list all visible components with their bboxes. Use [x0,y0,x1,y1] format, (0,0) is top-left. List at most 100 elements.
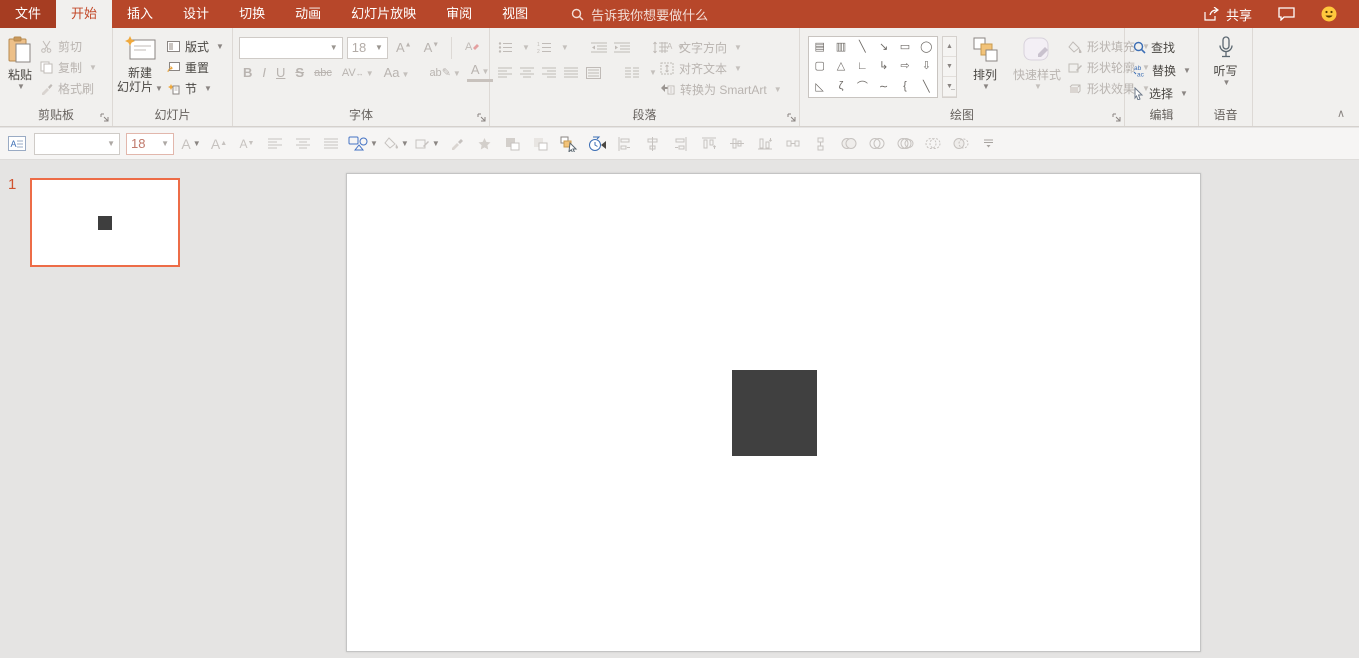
quick-styles-button[interactable]: 快速样式 ▼ [1008,28,1066,110]
align-text-button[interactable]: 对齐文本 ▼ [660,58,782,79]
layout-button[interactable]: 版式 ▼ [167,36,224,57]
shape-elbow-connector[interactable]: ∟ [852,56,873,75]
italic-button[interactable]: I [258,64,270,81]
find-button[interactable]: 查找 [1133,37,1198,58]
select-button[interactable]: 选择 ▼ [1133,83,1198,104]
strikethrough-button[interactable]: abc [310,66,336,80]
align-right-icon[interactable] [542,67,556,78]
gallery-scroll-down-icon[interactable]: ▼ [943,57,956,77]
bullets-icon[interactable] [498,41,513,54]
tab-file[interactable]: 文件 [0,0,57,28]
qb-merge-subtract-icon[interactable] [950,132,972,156]
slide-canvas[interactable] [346,173,1201,652]
slide-thumbnail-1[interactable] [30,178,180,267]
replace-button[interactable]: ab ac 替换 ▼ [1133,60,1198,81]
qb-merge-fragment-icon[interactable] [894,132,916,156]
qb-increase-font-button[interactable]: A ▲ [208,132,230,156]
qb-selection-pane-button[interactable] [558,132,580,156]
bold-button[interactable]: B [239,64,256,81]
tab-view[interactable]: 视图 [487,0,543,28]
justify-icon[interactable] [564,67,578,78]
qb-align-objects-right-icon[interactable] [670,132,692,156]
shape-vertical-textbox[interactable]: ▥ [830,37,851,56]
qb-distribute-vertical-icon[interactable] [810,132,832,156]
character-spacing-button[interactable]: AV↔ ▼ [338,66,378,80]
qb-merge-combine-icon[interactable] [866,132,888,156]
dictate-button[interactable]: 听写 ▼ [1199,28,1252,110]
shape-brace[interactable]: { [894,75,915,97]
convert-smartart-button[interactable]: 转换为 SmartArt ▼ [660,79,782,100]
qb-font-size-combo[interactable]: 18 ▼ [126,132,174,155]
qb-quick-styles-icon[interactable] [474,132,496,156]
qb-align-middle-icon[interactable] [726,132,748,156]
qb-send-backward-icon[interactable] [530,132,552,156]
qb-align-objects-left-icon[interactable] [614,132,636,156]
shape-rounded-rectangle[interactable]: ▢ [809,56,830,75]
tab-review[interactable]: 审阅 [431,0,487,28]
distribute-text-icon[interactable] [586,66,601,79]
shape-scribble[interactable]: ζ [830,75,851,97]
qb-toolbar-options-icon[interactable] [978,132,1000,156]
qb-align-bottom-icon[interactable] [754,132,776,156]
tab-design[interactable]: 设计 [168,0,224,28]
arrange-button[interactable]: 排列 ▼ [962,28,1008,110]
tab-slideshow[interactable]: 幻灯片放映 [336,0,431,28]
new-slide-button[interactable]: 新建 幻灯片 ▼ [113,28,167,110]
collapse-ribbon-icon[interactable]: ∧ [1337,107,1345,120]
shape-freeform[interactable]: ◺ [809,75,830,97]
shapes-gallery[interactable]: ▤ ▥ ╲ ↘ ▭ ◯ ▢ △ ∟ ↳ ⇨ ⇩ ◺ ζ ⌒ ∼ { ╲ [808,36,938,98]
reset-button[interactable]: 重置 [167,57,224,78]
tab-transitions[interactable]: 切换 [224,0,280,28]
clipboard-dialog-launcher-icon[interactable] [100,113,109,122]
format-painter-button[interactable]: 格式刷 [40,78,97,99]
cut-button[interactable]: 剪切 [40,36,97,57]
comment-icon[interactable] [1278,7,1295,21]
qb-font-name-combo[interactable]: ▼ [34,132,120,155]
qb-align-left-icon[interactable] [264,132,286,156]
qb-align-center-icon[interactable] [292,132,314,156]
qb-distribute-horizontal-icon[interactable] [782,132,804,156]
share-button[interactable]: 共享 [1204,5,1252,24]
shadow-button[interactable]: S [291,64,308,81]
qb-align-top-icon[interactable] [698,132,720,156]
qb-decrease-font-button[interactable]: A ▼ [236,132,258,156]
drawing-dialog-launcher-icon[interactable] [1112,113,1121,122]
gallery-more-icon[interactable]: ▼̲ [943,77,956,97]
gallery-scroll-up-icon[interactable]: ▲ [943,37,956,57]
qb-font-name-input[interactable] [39,136,103,151]
shape-diagonal-line[interactable]: ╲ [916,75,937,97]
section-button[interactable]: 节 ▼ [167,78,224,99]
qb-merge-intersect-icon[interactable] [922,132,944,156]
shape-line[interactable]: ╲ [852,37,873,56]
tab-home[interactable]: 开始 [56,0,113,28]
font-name-combo[interactable]: ▼ [239,36,343,59]
increase-indent-icon[interactable] [613,42,630,54]
text-highlight-button[interactable]: ab✎ ▼ [425,65,464,80]
shape-right-arrow[interactable]: ⇨ [894,56,915,75]
align-center-icon[interactable] [520,67,534,78]
tell-me-search[interactable]: 告诉我你想要做什么 [571,0,708,28]
font-name-input[interactable] [244,40,326,55]
copy-button[interactable]: 复制 ▼ [40,57,97,78]
increase-font-size-button[interactable]: A▲ [392,39,416,56]
align-left-icon[interactable] [498,67,512,78]
shape-arrow[interactable]: ↘ [873,37,894,56]
qb-insert-textbox-button[interactable]: A [6,132,28,156]
qb-format-painter-icon[interactable] [446,132,468,156]
clear-formatting-button[interactable]: A [460,38,483,57]
numbering-icon[interactable]: 12 [537,41,552,54]
decrease-font-size-button[interactable]: A▼ [420,39,444,56]
shape-curve[interactable]: ∼ [873,75,894,97]
shape-down-arrow[interactable]: ⇩ [916,56,937,75]
qb-merge-union-icon[interactable] [838,132,860,156]
qb-shape-fill-icon[interactable]: ▼ [384,132,409,156]
qb-bring-forward-icon[interactable] [502,132,524,156]
paragraph-dialog-launcher-icon[interactable] [787,113,796,122]
font-dialog-launcher-icon[interactable] [477,113,486,122]
qb-font-color-button[interactable]: A ▼ [180,132,202,156]
smiley-feedback-icon[interactable] [1321,6,1337,22]
text-direction-button[interactable]: A 文字方向 ▼ [660,37,782,58]
tab-animations[interactable]: 动画 [280,0,336,28]
shape-elbow-arrow-connector[interactable]: ↳ [873,56,894,75]
columns-icon[interactable] [625,67,639,78]
